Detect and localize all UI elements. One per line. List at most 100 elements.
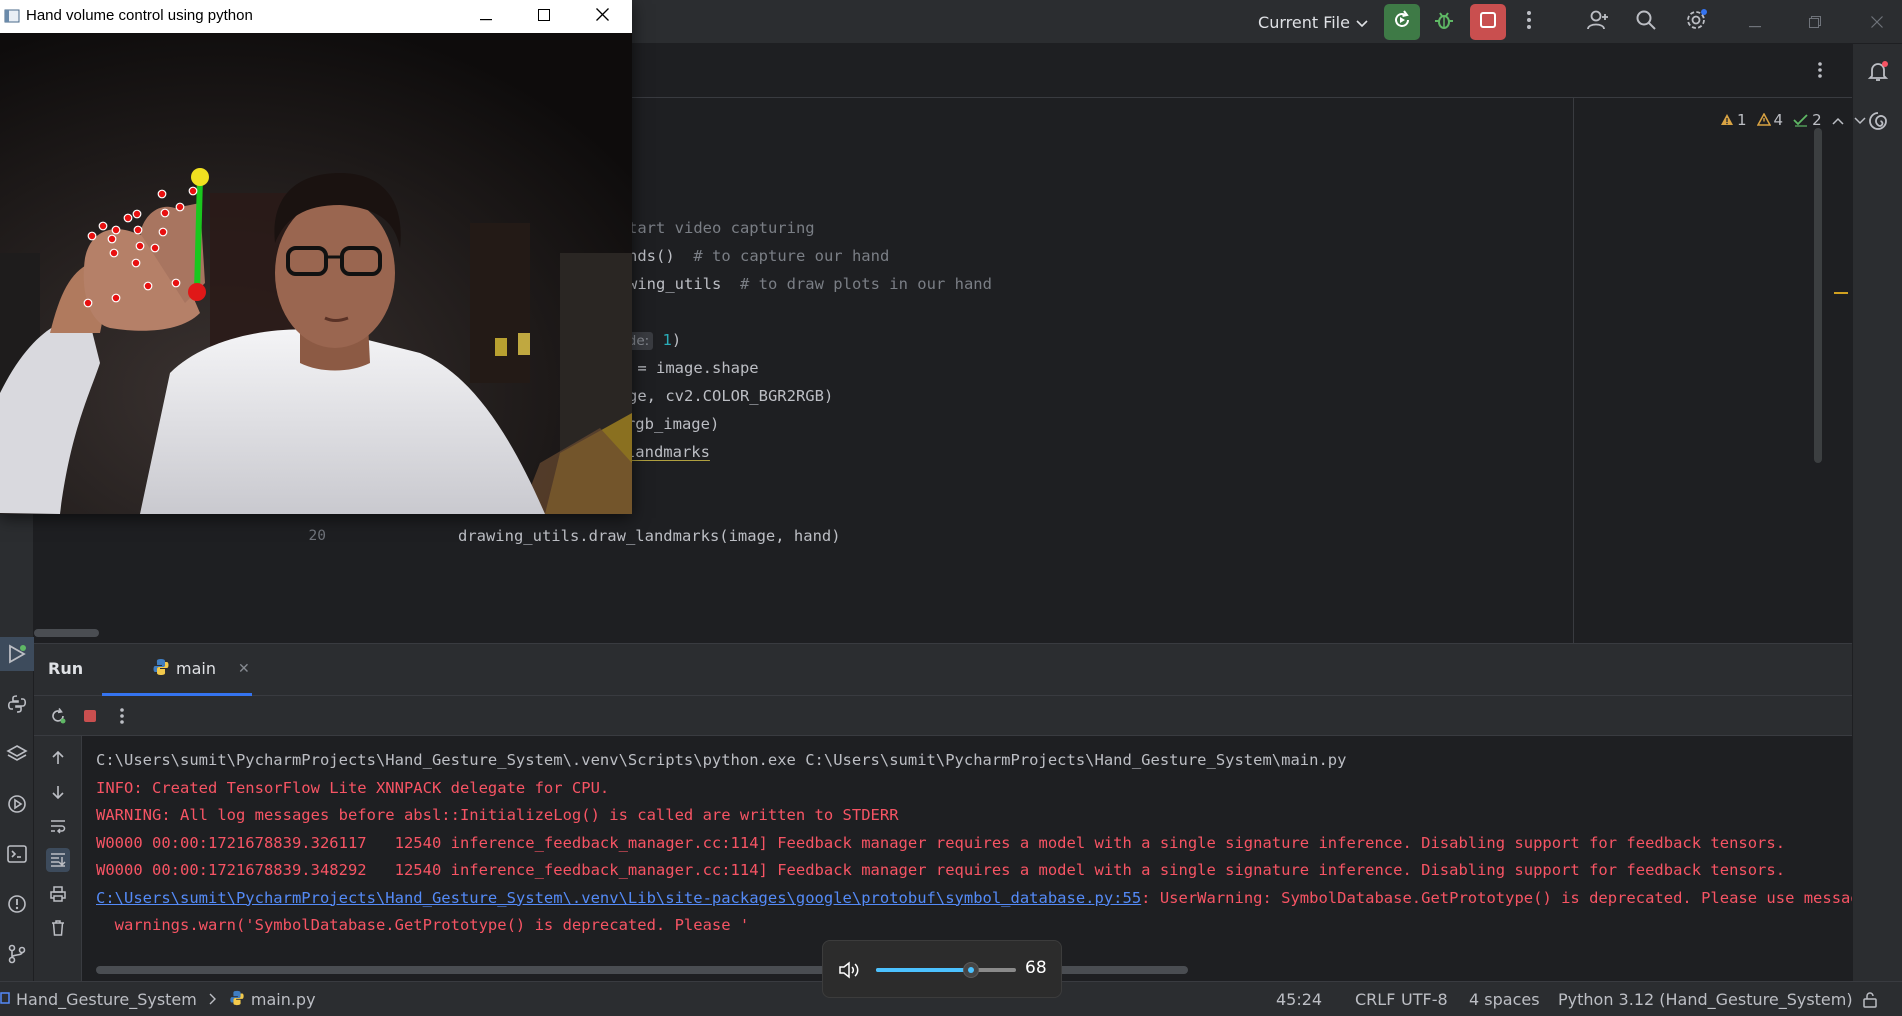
editor-divider — [1573, 98, 1574, 643]
add-user-icon — [1586, 9, 1610, 35]
left-tool-window-strip — [0, 505, 34, 981]
console-line: W0000 00:00:1721678839.348292 12540 infe… — [96, 856, 1785, 884]
webcam-feed — [0, 33, 632, 514]
rerun-icon — [1391, 9, 1413, 35]
error-count: 1 — [1720, 111, 1747, 129]
webcam-title-bar: Hand volume control using python — [0, 0, 632, 33]
code-token: image, cv2.COLOR_BGR2RGB) — [600, 387, 834, 405]
next-highlight-icon[interactable] — [1854, 111, 1866, 129]
python-interpreter[interactable]: Python 3.12 (Hand_Gesture_System) — [1558, 982, 1853, 1016]
code-token: # start video capturing — [600, 219, 815, 237]
print-icon[interactable] — [46, 882, 70, 906]
close-window-button[interactable] — [1852, 0, 1902, 44]
problems-icon[interactable] — [0, 887, 34, 921]
console-text: INFO: Created TensorFlow Lite XNNPACK de… — [96, 778, 610, 797]
run-tab-label: main — [176, 659, 216, 678]
breadcrumb: Hand_Gesture_System main.py — [0, 982, 316, 1016]
console-file-link[interactable]: C:\Users\sumit\PycharmProjects\Hand_Gest… — [96, 889, 1141, 907]
tab-main[interactable]: main ✕ — [102, 644, 252, 696]
editor-vertical-scrollbar[interactable] — [1814, 128, 1822, 463]
volume-slider[interactable] — [876, 962, 1016, 978]
weak-warning-count: 2 — [1793, 111, 1822, 129]
run-panel-title: Run — [48, 659, 84, 678]
chevron-right-icon — [209, 990, 217, 1009]
console-line: WARNING: All log messages before absl::I… — [96, 801, 899, 829]
console-output[interactable]: C:\Users\sumit\PycharmProjects\Hand_Gest… — [96, 736, 1852, 966]
python-packages-icon[interactable] — [0, 687, 34, 721]
search-everywhere-button[interactable] — [1628, 0, 1664, 44]
terminal-icon[interactable] — [0, 837, 34, 871]
console-text: W0000 00:00:1721678839.326117 12540 infe… — [96, 833, 1786, 852]
code-with-me-button[interactable] — [1580, 0, 1616, 44]
layers-icon[interactable] — [0, 737, 34, 771]
gear-icon — [1684, 8, 1708, 36]
project-icon — [0, 990, 10, 1009]
lock-icon[interactable] — [1862, 982, 1878, 1016]
code-line[interactable]: 20 drawing_utils.draw_landmarks(image, h… — [34, 522, 1539, 550]
notifications-icon[interactable] — [1865, 58, 1891, 84]
run-configuration-selector[interactable]: Current File — [1248, 0, 1378, 44]
editor-tabs-more-icon[interactable] — [1808, 58, 1832, 82]
cam-minimize-button[interactable] — [457, 0, 515, 33]
soft-wrap-icon[interactable] — [46, 814, 70, 838]
run-toolbar — [34, 696, 1852, 736]
indent-setting[interactable]: 4 spaces — [1469, 982, 1540, 1016]
line-separator[interactable]: CRLF — [1355, 982, 1395, 1016]
maximize-icon — [538, 8, 550, 25]
previous-highlight-icon[interactable] — [1832, 111, 1844, 129]
code-text: image, cv2.COLOR_BGR2RGB) — [600, 382, 833, 410]
run-config-label: Current File — [1258, 12, 1350, 32]
stop-icon[interactable] — [78, 704, 102, 728]
scrollbar-warning-marker[interactable] — [1834, 292, 1848, 294]
breadcrumb-project[interactable]: Hand_Gesture_System — [16, 990, 197, 1009]
stop-button[interactable] — [1470, 4, 1506, 40]
code-token: # to draw plots in our hand — [739, 275, 992, 293]
code-token: 1 — [662, 331, 672, 349]
volume-value: 68 — [1025, 958, 1047, 978]
editor-horizontal-scrollbar[interactable] — [34, 629, 99, 637]
cam-maximize-button[interactable] — [515, 0, 573, 33]
code-text: .Hands() # to capture our hand — [600, 242, 889, 270]
minimize-button[interactable] — [1730, 0, 1780, 44]
breadcrumb-file[interactable]: main.py — [251, 990, 316, 1009]
code-token: # to capture our hand — [693, 247, 890, 265]
inspection-widget[interactable]: 1 4 2 — [1720, 108, 1866, 132]
scroll-to-end-icon[interactable] — [46, 848, 70, 872]
chevron-down-icon — [1356, 13, 1368, 32]
restore-button[interactable] — [1790, 0, 1840, 44]
webcam-frame-image — [0, 33, 632, 514]
webcam-window: Hand volume control using python — [0, 0, 632, 514]
file-encoding[interactable]: UTF-8 — [1401, 982, 1448, 1016]
settings-button[interactable] — [1678, 0, 1714, 44]
warning-count: 4 — [1756, 111, 1783, 129]
close-tab-icon[interactable]: ✕ — [238, 661, 250, 677]
console-line: C:\Users\sumit\PycharmProjects\Hand_Gest… — [96, 746, 1346, 774]
console-line: warnings.warn('SymbolDatabase.GetPrototy… — [96, 911, 750, 939]
more-actions-button[interactable] — [1516, 0, 1542, 44]
code-token: drawing_utils.draw_landmarks(image, hand… — [346, 527, 841, 545]
kebab-menu-icon[interactable] — [110, 704, 134, 728]
rerun-icon[interactable] — [46, 704, 70, 728]
arrow-down-icon[interactable] — [46, 780, 70, 804]
ai-assistant-icon[interactable] — [1865, 108, 1891, 134]
services-icon[interactable] — [0, 787, 34, 821]
code-text: # start video capturing — [600, 214, 815, 242]
cam-close-button[interactable] — [573, 0, 631, 33]
editor-tab-bar — [630, 44, 1852, 98]
search-icon — [1635, 9, 1657, 35]
caret-position[interactable]: 45:24 — [1276, 982, 1322, 1016]
line-number: 20 — [308, 528, 326, 544]
run-side-toolbar — [34, 736, 82, 982]
volume-slider-thumb[interactable] — [963, 962, 980, 978]
speaker-icon[interactable] — [837, 958, 863, 982]
console-text: W0000 00:00:1721678839.348292 12540 infe… — [96, 861, 1786, 879]
trash-icon[interactable] — [46, 916, 70, 940]
arrow-up-icon[interactable] — [46, 746, 70, 770]
rerun-button[interactable] — [1384, 4, 1420, 40]
run-tool-icon[interactable] — [0, 637, 34, 671]
close-icon — [1871, 13, 1883, 32]
debug-button[interactable] — [1426, 0, 1462, 44]
python-file-icon — [152, 658, 170, 680]
git-icon[interactable] — [0, 937, 34, 971]
